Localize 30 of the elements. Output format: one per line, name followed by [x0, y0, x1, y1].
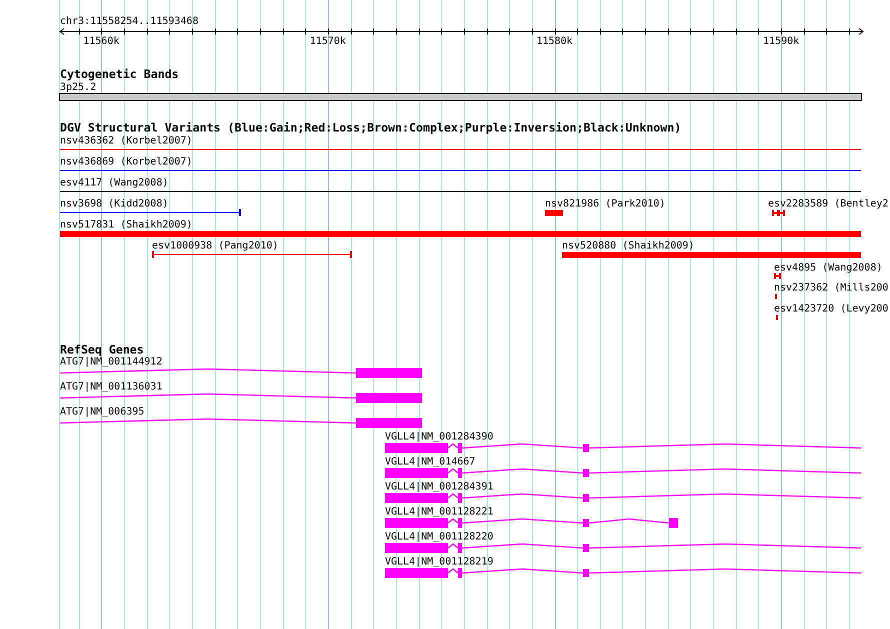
gene-label: VGLL4|NM_014667: [385, 456, 476, 468]
feature-label: esv1423720 (Levy200: [774, 304, 888, 314]
feature-label: nsv436869 (Korbel2007): [60, 156, 192, 168]
tick-label: 11570k: [310, 36, 346, 47]
gene-label: VGLL4|NM_001128219: [385, 556, 494, 568]
gene-label: ATG7|NM_001144912: [60, 356, 162, 368]
gene-label: VGLL4|NM_001284390: [385, 432, 494, 442]
feature-label: esv4117 (Wang2008): [60, 178, 168, 188]
track-title: Cytogenetic Bands: [60, 67, 179, 81]
tick-label: 11580k: [536, 36, 573, 47]
region-label: chr3:11558254..11593468: [60, 16, 198, 27]
feature-label: nsv436362 (Korbel2007): [60, 136, 192, 146]
feature-label: nsv237362 (Mills200: [774, 282, 888, 294]
feature-label: nsv517831 (Shaikh2009): [60, 220, 192, 230]
feature-label: esv1000938 (Pang2010): [152, 240, 278, 252]
gene-label: ATG7|NM_006395: [60, 406, 144, 418]
feature-label: esv4895 (Wang2008): [774, 262, 882, 274]
feature-label: nsv3698 (Kidd2008): [60, 198, 168, 210]
tick-label: 11590k: [763, 36, 800, 47]
feature-label: nsv520880 (Shaikh2009): [562, 240, 694, 252]
gene-label: VGLL4|NM_001128220: [385, 532, 494, 542]
gene-label: VGLL4|NM_001128221: [385, 506, 494, 518]
feature-label: esv2283589 (Bentley2: [768, 198, 888, 210]
track-title: DGV Structural Variants (Blue:Gain;Red:Loss;Brown:Complex;Purple:Inversion;Black:Unknown): [60, 120, 682, 134]
gene-label: ATG7|NM_001136031: [60, 382, 162, 392]
tick-label: 11560k: [83, 36, 120, 47]
track-title: RefSeq Genes: [60, 342, 144, 356]
band-label: 3p25.2: [60, 82, 96, 93]
gene-label: VGLL4|NM_001284391: [385, 482, 494, 492]
feature-label: nsv821986 (Park2010): [545, 198, 666, 210]
